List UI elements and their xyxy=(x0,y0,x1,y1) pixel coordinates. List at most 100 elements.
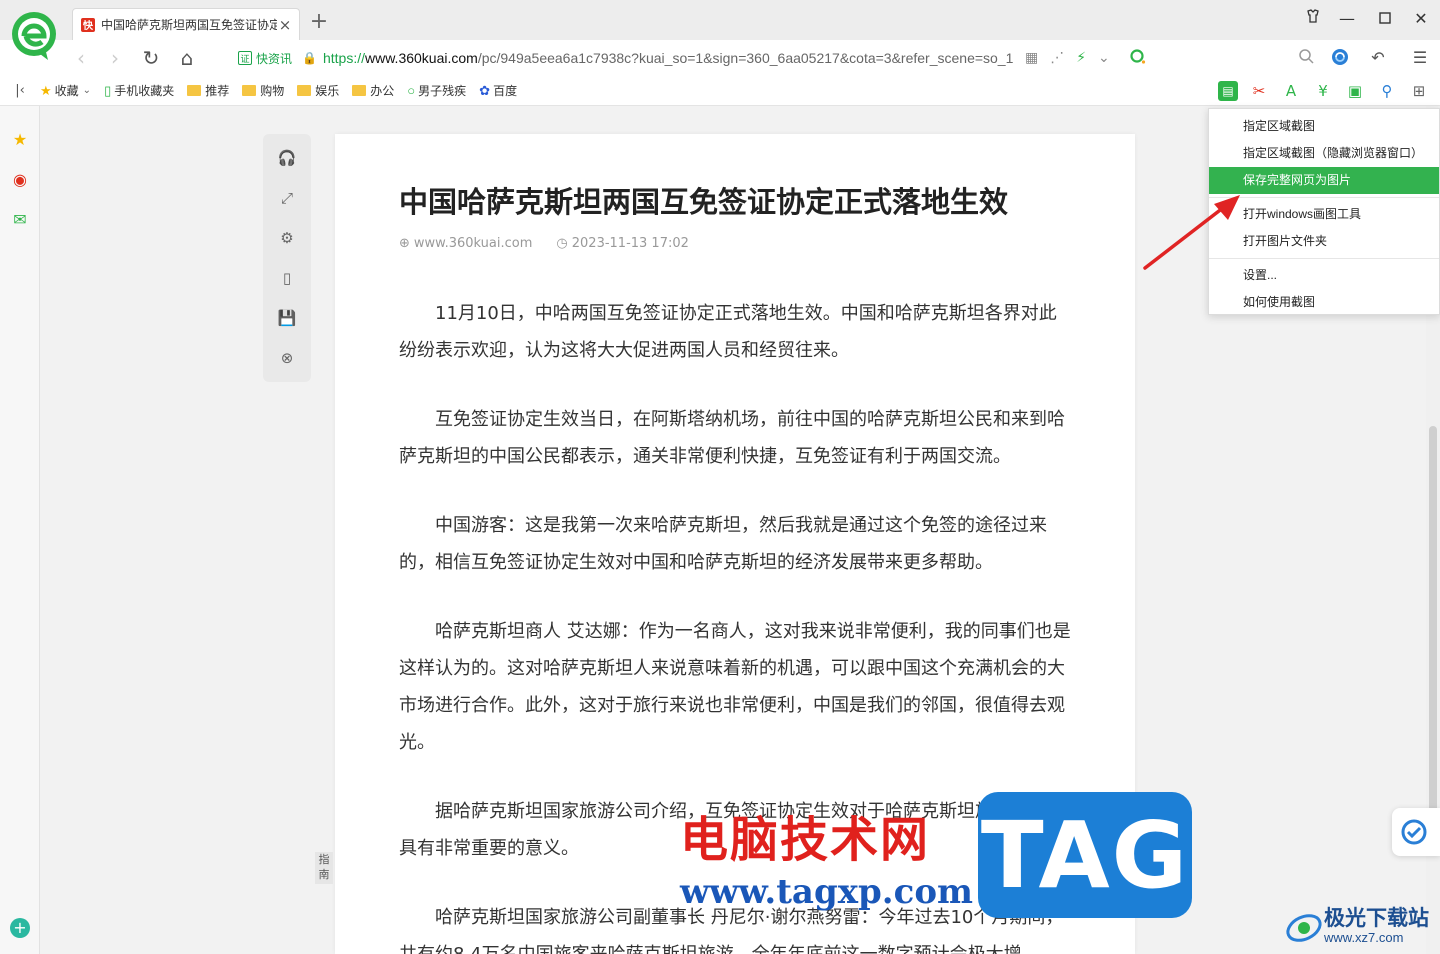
screenshot-scissors-icon[interactable]: ✂ xyxy=(1248,80,1270,102)
game-icon[interactable]: ▣ xyxy=(1344,80,1366,102)
watermark-tag-text: TAG xyxy=(980,801,1190,909)
bookmark-favorites[interactable]: ★ 收藏 ⌄ xyxy=(40,82,91,99)
forward-button[interactable]: › xyxy=(102,45,128,71)
title-bar: 快 中国哈萨克斯坦两国互免签证协定 × + — ✕ xyxy=(0,0,1440,40)
folder-icon xyxy=(242,85,257,96)
search-engine-icon[interactable] xyxy=(1126,48,1150,70)
minimize-button[interactable]: — xyxy=(1336,8,1358,30)
lightning-icon[interactable]: ⚡ xyxy=(1076,50,1086,66)
navigation-bar: ‹ › ↻ ⌂ 证 快资讯 🔒 https://www.360kuai.com/… xyxy=(0,40,1440,76)
folder-icon xyxy=(187,85,202,96)
bookmark-folder-recommend[interactable]: 推荐 xyxy=(187,82,229,99)
favorites-icon[interactable]: ★ xyxy=(10,130,30,150)
chevron-down-icon[interactable]: ⌄ xyxy=(1098,50,1110,66)
watermark-xz-logo: 极光下载站 www.xz7.com xyxy=(1284,900,1434,950)
left-sidebar: ★ ◉ ✉ + xyxy=(0,106,40,954)
assistant-icon xyxy=(1401,819,1427,845)
apps-grid-icon[interactable]: ⊞ xyxy=(1408,80,1430,102)
share-icon[interactable]: ⋰ xyxy=(1050,50,1064,66)
home-button[interactable]: ⌂ xyxy=(174,45,200,71)
headphones-icon[interactable]: 🎧 xyxy=(277,148,297,168)
chevron-down-icon: ⌄ xyxy=(82,85,92,96)
mail-icon[interactable]: ✉ xyxy=(10,210,30,230)
bookmark-folder-shopping[interactable]: 购物 xyxy=(242,82,284,99)
bookmark-label: 手机收藏夹 xyxy=(114,84,175,98)
bookmark-baidu[interactable]: ✿ 百度 xyxy=(479,82,517,99)
bookmarks-bar: |‹ ★ 收藏 ⌄ ▯ 手机收藏夹 推荐 购物 娱乐 办公 ○ 男子残疾 ✿ 百度 ▤ ✂… xyxy=(0,76,1440,106)
certificate-badge[interactable]: 证 快资讯 xyxy=(238,50,292,67)
reload-button[interactable]: ↻ xyxy=(138,45,164,71)
new-tab-button[interactable]: + xyxy=(308,10,330,34)
article-paragraph: 哈萨克斯坦商人 艾达娜：作为一名商人，这对我来说非常便利，我的同事们也是这样认为… xyxy=(399,621,1071,753)
article-paragraph: 互免签证协定生效当日，在阿斯塔纳机场，前往中国的哈萨克斯坦公民和来到哈萨克斯坦的… xyxy=(399,409,1065,467)
currency-icon[interactable]: ¥ xyxy=(1312,80,1334,102)
article-datetime: ◷ 2023-11-13 17:02 xyxy=(556,236,689,251)
scrollbar-thumb[interactable] xyxy=(1429,426,1437,846)
fullscreen-icon[interactable]: ⤢ xyxy=(277,188,297,208)
article-source: ⊕ www.360kuai.com xyxy=(399,236,532,251)
search-icon[interactable] xyxy=(1294,48,1318,68)
translate-extension-icon[interactable]: A xyxy=(1280,80,1302,102)
url-scheme: https:// xyxy=(322,50,365,66)
tab-title: 中国哈萨克斯坦两国互免签证协定 xyxy=(101,18,277,32)
bookmark-folder-office[interactable]: 办公 xyxy=(352,82,394,99)
close-reader-icon[interactable]: ⊗ xyxy=(277,348,297,368)
phone-icon: ▯ xyxy=(104,82,112,98)
source-text: www.360kuai.com xyxy=(413,236,533,251)
search-extension-icon[interactable]: ⚲ xyxy=(1376,80,1398,102)
skin-icon[interactable] xyxy=(1302,8,1324,30)
menu-item-help[interactable]: 如何使用截图 xyxy=(1209,289,1439,316)
guide-tab[interactable]: 指南 xyxy=(315,852,333,884)
weibo-icon[interactable]: ◉ xyxy=(10,170,30,190)
folder-icon xyxy=(297,85,312,96)
tab-close-icon[interactable]: × xyxy=(277,16,293,34)
maximize-button[interactable] xyxy=(1374,8,1396,30)
lock-icon[interactable]: 🔒 xyxy=(302,51,317,65)
mobile-icon[interactable]: ▯ xyxy=(277,268,297,288)
menu-item-region-capture[interactable]: 指定区域截图 xyxy=(1209,113,1439,140)
menu-icon[interactable]: ☰ xyxy=(1408,48,1432,67)
translate-icon[interactable] xyxy=(1328,48,1352,70)
floating-assistant-button[interactable] xyxy=(1392,808,1440,856)
menu-item-region-capture-hidden[interactable]: 指定区域截图（隐藏浏览器窗口） xyxy=(1209,140,1439,167)
reader-mode-icon[interactable]: ▦ xyxy=(1025,50,1038,66)
bookmark-folder-entertainment[interactable]: 娱乐 xyxy=(297,82,339,99)
watermark-xz-url: www.xz7.com xyxy=(1324,930,1404,945)
reader-extension-icon[interactable]: ▤ xyxy=(1218,81,1238,101)
bookmark-mobile[interactable]: ▯ 手机收藏夹 xyxy=(104,82,174,99)
bookmark-label: 购物 xyxy=(260,84,285,98)
article-paragraph: 中国游客：这是我第一次来哈萨克斯坦，然后我就是通过这个免签的途径过来的，相信互免… xyxy=(399,515,1047,573)
url-host: www.360kuai.com xyxy=(365,50,478,66)
save-icon[interactable]: 💾 xyxy=(277,308,297,328)
add-icon[interactable]: + xyxy=(10,918,30,938)
url-path: /pc/949a5eea6a1c7938c?kuai_so=1&sign=360… xyxy=(477,50,1013,66)
bookmark-search[interactable]: ○ 男子残疾 xyxy=(407,82,466,99)
close-window-button[interactable]: ✕ xyxy=(1410,8,1432,30)
back-button[interactable]: ‹ xyxy=(68,45,94,71)
bookmark-label: 百度 xyxy=(493,84,518,98)
address-bar[interactable]: 证 快资讯 🔒 https://www.360kuai.com/pc/949a5… xyxy=(228,44,1118,72)
tab-favicon-icon: 快 xyxy=(81,17,95,32)
undo-icon[interactable]: ↶ xyxy=(1366,48,1390,67)
datetime-text: 2023-11-13 17:02 xyxy=(571,236,689,251)
clock-icon: ◷ xyxy=(556,236,568,251)
globe-icon: ⊕ xyxy=(399,236,410,251)
article-title: 中国哈萨克斯坦两国互免签证协定正式落地生效 xyxy=(399,185,1009,219)
folder-icon xyxy=(352,85,367,96)
xz-logo-icon xyxy=(1286,914,1322,942)
reader-toolbar: 🎧 ⤢ ⚙ ▯ 💾 ⊗ xyxy=(263,134,311,382)
watermark-site-name: 电脑技术网 xyxy=(680,812,931,868)
settings-gear-icon[interactable]: ⚙ xyxy=(277,228,297,248)
browser-logo-icon[interactable] xyxy=(10,10,58,62)
bookmark-label: 办公 xyxy=(370,84,395,98)
paw-icon: ✿ xyxy=(479,82,491,98)
bookmark-label: 娱乐 xyxy=(315,84,340,98)
sidebar-toggle-icon[interactable]: |‹ xyxy=(0,83,40,98)
article-paragraph: 11月10日，中哈两国互免签证协定正式落地生效。中国和哈萨克斯坦各界对此纷纷表示… xyxy=(399,303,1057,361)
browser-tab[interactable]: 快 中国哈萨克斯坦两国互免签证协定 × xyxy=(72,8,300,40)
search-icon: ○ xyxy=(407,83,416,98)
bookmark-label: 收藏 xyxy=(54,84,79,98)
annotation-arrow xyxy=(1143,195,1240,270)
url-text[interactable]: https://www.360kuai.com/pc/949a5eea6a1c7… xyxy=(323,50,1013,66)
certificate-icon: 证 xyxy=(238,51,252,65)
